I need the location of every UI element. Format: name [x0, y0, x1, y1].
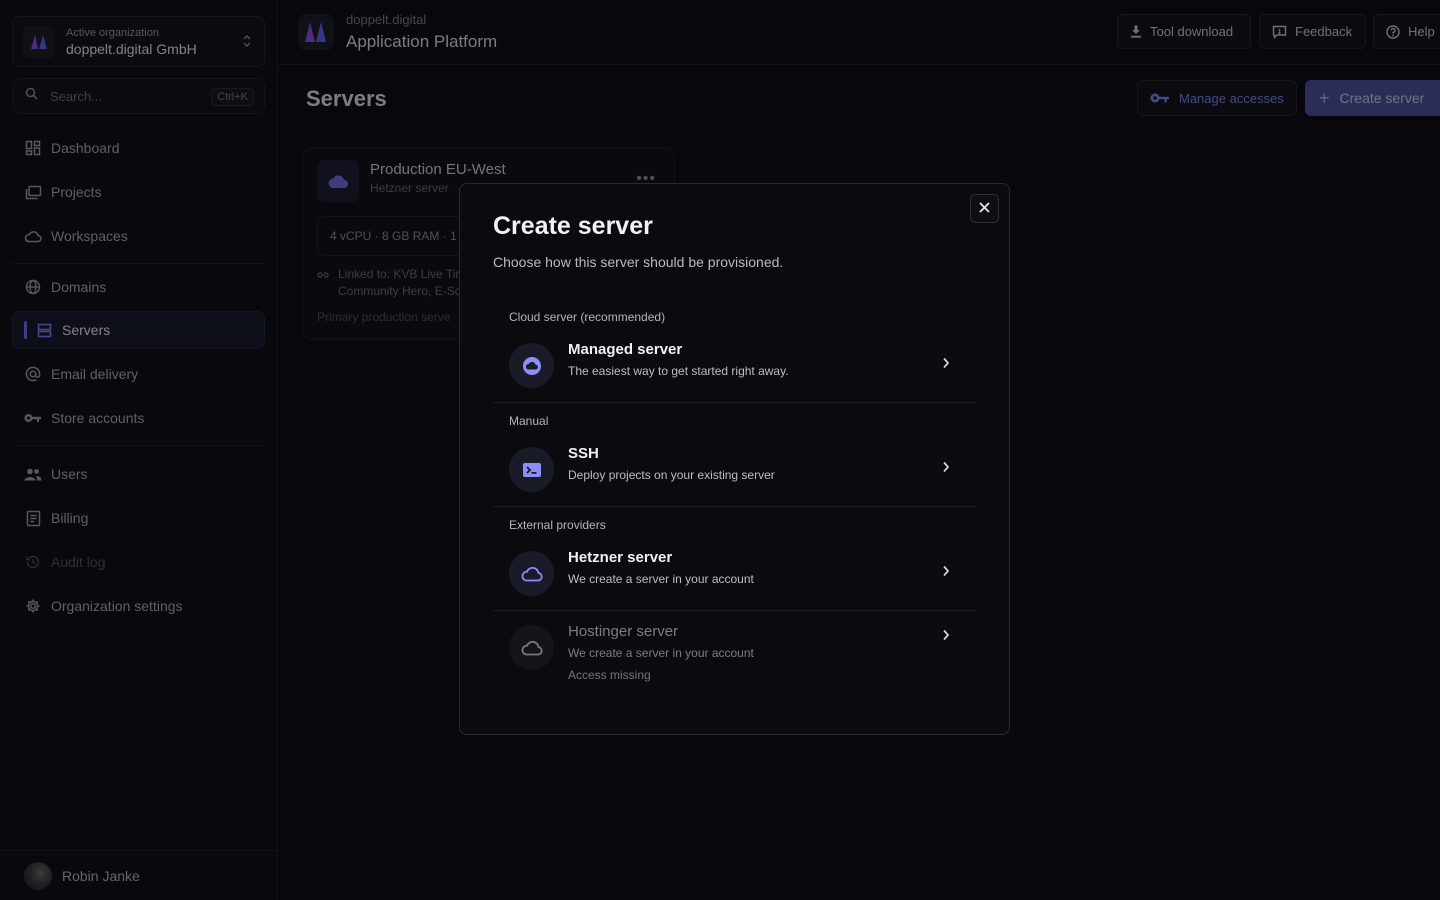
- option-separator: [493, 506, 977, 507]
- option-subtitle: The easiest way to get started right awa…: [568, 364, 789, 378]
- option-subtitle: We create a server in your account: [568, 646, 754, 660]
- chevron-right-icon: [942, 564, 950, 582]
- section-cloud-label: Cloud server (recommended): [509, 310, 666, 324]
- option-title: Managed server: [568, 341, 683, 358]
- section-external-label: External providers: [509, 518, 606, 532]
- dialog-description: Choose how this server should be provisi…: [493, 254, 784, 270]
- option-subtitle: We create a server in your account: [568, 572, 754, 586]
- cloud-outline-icon: [509, 551, 554, 596]
- dialog-title: Create server: [493, 212, 653, 240]
- option-title: Hostinger server: [568, 623, 679, 640]
- option-separator: [493, 402, 977, 403]
- section-manual-label: Manual: [509, 414, 549, 428]
- terminal-icon: [509, 447, 554, 492]
- option-separator: [493, 610, 977, 611]
- create-server-dialog: Create server Choose how this server sho…: [459, 183, 1010, 735]
- chevron-right-icon: [942, 628, 950, 646]
- cloud-outline-icon: [509, 625, 554, 670]
- option-title: Hetzner server: [568, 549, 673, 566]
- managed-cloud-icon: [509, 343, 554, 388]
- option-title: SSH: [568, 445, 599, 462]
- close-icon: [979, 200, 990, 218]
- close-button[interactable]: [970, 194, 999, 223]
- option-access-note: Access missing: [568, 668, 651, 682]
- chevron-right-icon: [942, 356, 950, 374]
- chevron-right-icon: [942, 460, 950, 478]
- option-subtitle: Deploy projects on your existing server: [568, 468, 775, 482]
